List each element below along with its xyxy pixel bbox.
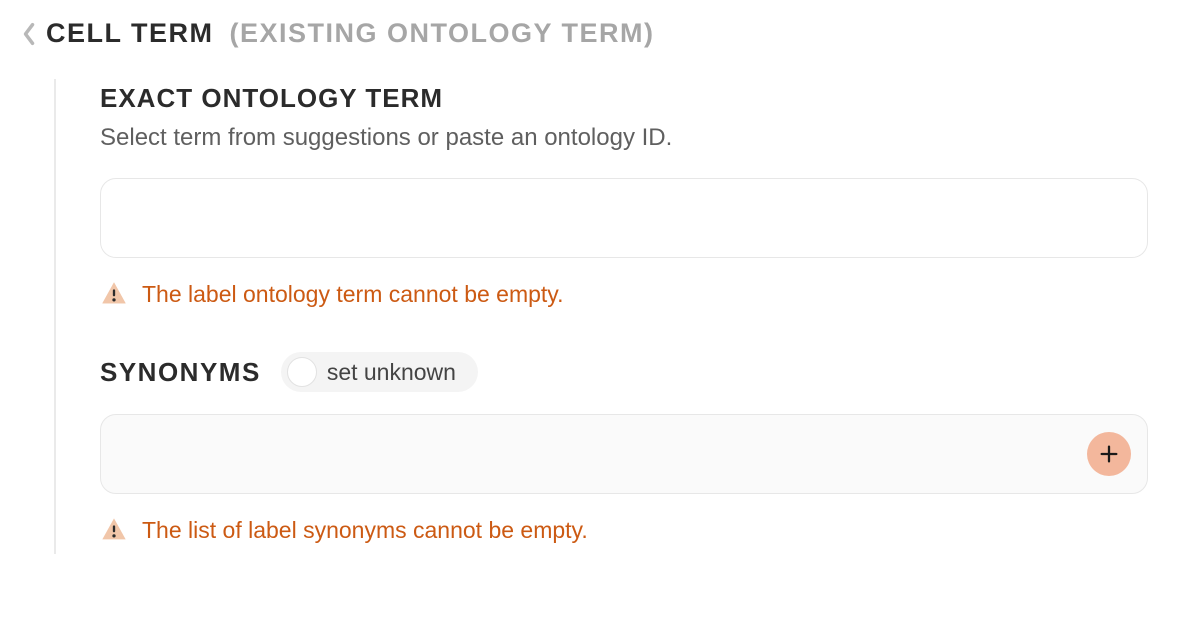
toggle-knob-icon [287,357,317,387]
breadcrumb-header: CELL TERM (EXISTING ONTOLOGY TERM) [20,18,1164,49]
toggle-label: set unknown [327,359,456,386]
add-synonym-button[interactable] [1087,432,1131,476]
synonyms-input[interactable] [117,415,1087,493]
ontology-term-input[interactable] [100,178,1148,258]
content-area: EXACT ONTOLOGY TERM Select term from sug… [54,79,1164,554]
synonyms-input-container [100,414,1148,494]
ontology-warning: The label ontology term cannot be empty. [100,280,1164,308]
synonyms-header: SYNONYMS set unknown [100,352,1164,392]
plus-icon [1098,443,1120,465]
page-subtitle: (EXISTING ONTOLOGY TERM) [230,18,655,49]
page-title: CELL TERM [46,18,214,49]
ontology-warning-text: The label ontology term cannot be empty. [142,281,563,308]
synonyms-heading: SYNONYMS [100,357,261,388]
synonyms-warning-text: The list of label synonyms cannot be emp… [142,517,588,544]
warning-icon [100,516,128,544]
back-chevron-icon[interactable] [20,20,38,48]
synonyms-warning: The list of label synonyms cannot be emp… [100,516,1164,544]
warning-icon [100,280,128,308]
set-unknown-toggle[interactable]: set unknown [281,352,478,392]
ontology-description: Select term from suggestions or paste an… [100,124,1164,152]
ontology-heading: EXACT ONTOLOGY TERM [100,83,1164,114]
